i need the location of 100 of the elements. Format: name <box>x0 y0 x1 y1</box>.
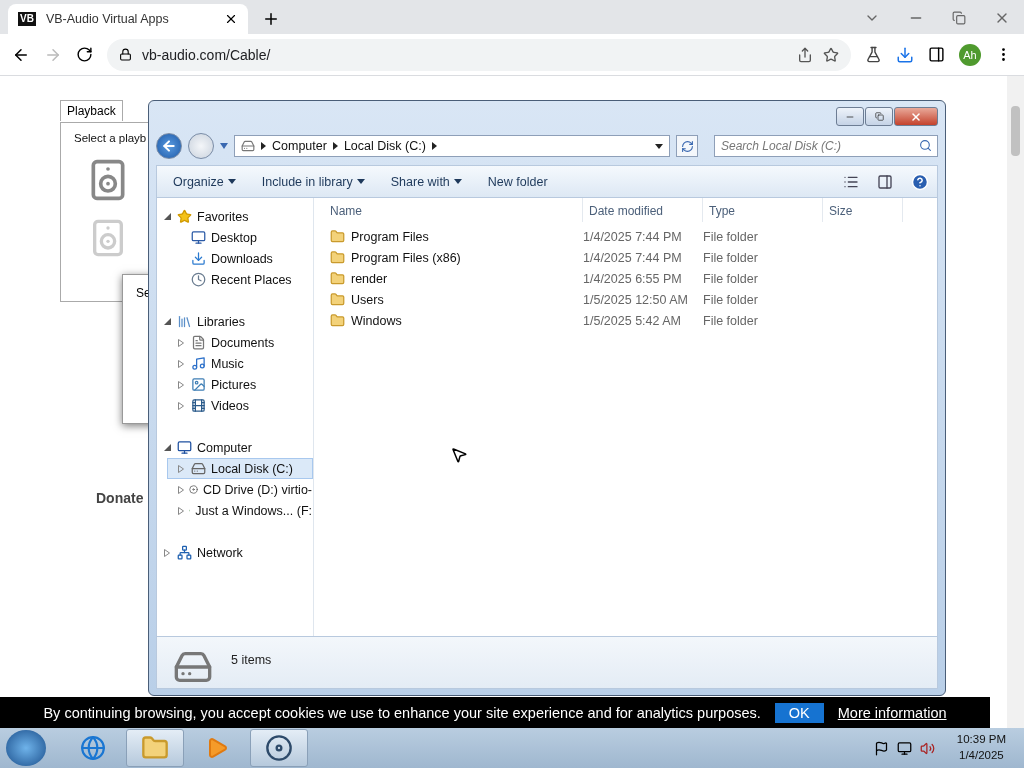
collapsed-arrow-icon[interactable] <box>164 548 172 557</box>
flask-icon[interactable] <box>865 46 882 63</box>
toolbar-button[interactable]: Share with <box>382 171 470 192</box>
collapsed-arrow-icon[interactable] <box>178 464 186 473</box>
table-cell-text: File folder <box>703 229 759 244</box>
nav-item[interactable]: Pictures <box>167 374 313 395</box>
clock-icon <box>191 272 206 287</box>
more-information-link[interactable]: More information <box>837 704 947 721</box>
expanded-arrow-icon[interactable] <box>164 444 172 451</box>
download-icon[interactable] <box>896 45 914 64</box>
hard-drive-icon <box>241 139 255 153</box>
taskbar-app[interactable] <box>250 729 308 767</box>
scroll-thumb[interactable] <box>1011 106 1020 156</box>
nav-item[interactable]: Downloads <box>167 248 313 269</box>
table-cell-text: File folder <box>703 292 759 307</box>
start-button[interactable] <box>6 730 46 766</box>
collapsed-arrow-icon[interactable] <box>178 485 184 494</box>
help-icon[interactable] <box>911 172 929 191</box>
collapsed-arrow-icon[interactable] <box>178 338 186 347</box>
share-icon[interactable] <box>797 46 813 63</box>
nav-item[interactable]: Local Disk (C:) <box>167 458 313 479</box>
breadcrumb-item[interactable]: Local Disk (C:) <box>343 139 426 153</box>
history-dropdown-icon[interactable] <box>220 143 228 149</box>
new-tab-icon[interactable] <box>262 10 280 28</box>
minimize-button[interactable] <box>836 107 864 126</box>
dropdown-icon <box>453 179 462 184</box>
folder-icon <box>330 313 345 328</box>
collapsed-arrow-icon[interactable] <box>178 380 186 389</box>
table-cell-text: 1/5/2025 5:42 AM <box>583 313 682 328</box>
monitor-icon <box>191 230 206 245</box>
expanded-arrow-icon[interactable] <box>164 213 172 220</box>
table-cell-text: File folder <box>703 250 759 265</box>
back-button[interactable] <box>156 133 182 159</box>
nav-item[interactable]: CD Drive (D:) virtio- <box>167 479 313 500</box>
file-name[interactable]: Users <box>330 292 583 307</box>
close-button[interactable] <box>894 107 938 126</box>
file-name[interactable]: render <box>330 271 583 286</box>
download-icon <box>191 251 206 266</box>
table-cell-text: File folder <box>703 271 759 286</box>
expanded-arrow-icon[interactable] <box>164 318 172 325</box>
address-field[interactable]: Computer Local Disk (C:) <box>234 135 670 157</box>
breadcrumb-item[interactable]: Computer <box>272 139 327 153</box>
preview-pane-icon[interactable] <box>877 173 893 190</box>
hard-drive-icon <box>191 461 206 476</box>
forward-button[interactable] <box>188 133 214 159</box>
disc-icon <box>189 482 198 497</box>
column-header[interactable]: Size <box>823 198 903 222</box>
column-header[interactable]: Date modified <box>583 198 703 222</box>
item-count: 5 items <box>231 653 272 667</box>
column-header[interactable]: Name <box>324 198 583 222</box>
file-name[interactable]: Program Files <box>330 229 583 244</box>
restore-icon[interactable] <box>952 11 966 25</box>
search-icon[interactable] <box>919 139 932 152</box>
toolbar-button[interactable]: New folder <box>479 171 556 192</box>
donate-heading: Donate <box>96 490 144 506</box>
cookie-text: By continuing browsing, you accept cookies we use to enhance your site experience and for analytics purposes. <box>43 704 761 721</box>
file-name[interactable]: Windows <box>330 313 583 328</box>
dropdown-icon <box>227 179 236 184</box>
ok-button[interactable]: OK <box>774 702 824 723</box>
side-panel-icon[interactable] <box>928 46 945 63</box>
nav-item[interactable]: Computer <box>157 437 313 458</box>
bookmark-star-icon[interactable] <box>823 46 839 63</box>
nav-item[interactable]: Libraries <box>157 311 313 332</box>
collapsed-arrow-icon[interactable] <box>178 506 184 515</box>
nav-item[interactable]: Network <box>157 542 313 563</box>
nav-item[interactable]: Recent Places <box>167 269 313 290</box>
close-icon[interactable] <box>224 12 238 26</box>
collapsed-arrow-icon[interactable] <box>178 359 186 368</box>
collapsed-arrow-icon[interactable] <box>178 401 186 410</box>
toolbar-button[interactable]: Organize <box>165 171 244 192</box>
refresh-button[interactable] <box>676 135 698 157</box>
maximize-button[interactable] <box>865 107 893 126</box>
speaker-icon[interactable] <box>919 740 935 756</box>
nav-item[interactable]: Just a Windows... (F: <box>167 500 313 521</box>
close-icon <box>910 110 922 123</box>
search-field[interactable]: Search Local Disk (C:) <box>714 135 938 157</box>
chevron-icon <box>431 142 437 150</box>
disc-icon <box>265 734 293 762</box>
nav-item[interactable]: Music <box>167 353 313 374</box>
nav-item[interactable]: Documents <box>167 332 313 353</box>
nav-item[interactable]: Videos <box>167 395 313 416</box>
nav-item[interactable]: Desktop <box>167 227 313 248</box>
address-bar[interactable]: vb-audio.com/Cable/ <box>107 38 851 71</box>
column-header[interactable]: Type <box>703 198 823 222</box>
toolbar-button[interactable]: Include in library <box>253 171 373 192</box>
picture-icon <box>191 377 206 392</box>
network-icon[interactable] <box>896 740 912 756</box>
dialog-tab[interactable]: Playback <box>60 100 123 121</box>
profile-avatar[interactable]: Ah <box>959 43 981 66</box>
nav-item[interactable]: Favorites <box>157 206 313 227</box>
folder-icon <box>330 292 345 307</box>
folder-icon <box>330 271 345 286</box>
clock[interactable]: 10:39 PM 1/4/2025 <box>956 732 1006 764</box>
browser-tab[interactable]: VB VB-Audio Virtual Apps <box>8 4 248 34</box>
file-name[interactable]: Program Files (x86) <box>330 250 583 265</box>
document-icon <box>191 335 206 350</box>
flag-icon[interactable] <box>873 740 889 756</box>
reload-icon[interactable] <box>76 46 93 63</box>
dropdown-icon[interactable] <box>655 143 663 149</box>
scrollbar[interactable] <box>1007 76 1024 728</box>
